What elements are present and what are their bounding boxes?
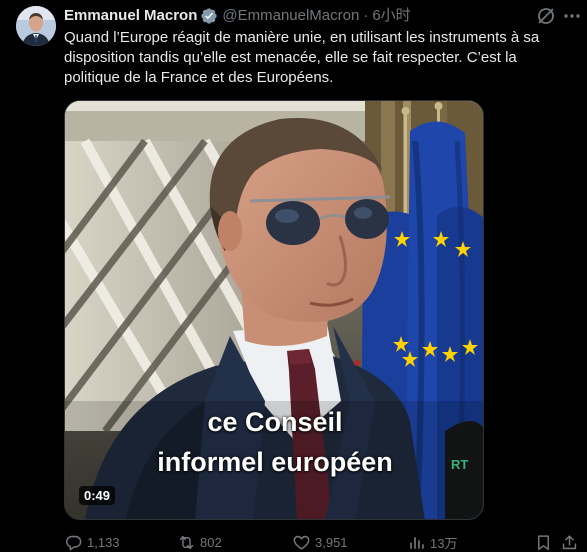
views-button[interactable]: 13万 <box>407 532 457 552</box>
reply-button[interactable]: 1,133 <box>64 532 120 552</box>
avatar[interactable] <box>16 6 56 46</box>
post-time[interactable]: 6小时 <box>372 6 410 26</box>
share-icon <box>562 534 577 549</box>
share-button[interactable] <box>560 532 583 552</box>
like-button[interactable]: 3,951 <box>292 532 348 552</box>
retweet-button[interactable]: 802 <box>177 532 222 552</box>
retweet-count: 802 <box>200 534 222 550</box>
reply-count: 1,133 <box>87 534 120 550</box>
views-icon <box>410 536 424 549</box>
more-icon[interactable] <box>562 6 582 26</box>
author-handle[interactable]: @EmmanuelMacron <box>222 6 359 26</box>
bookmark-icon <box>537 534 550 550</box>
separator-dot: · <box>363 7 369 24</box>
video-caption-line-1: ce Conseil <box>207 407 343 437</box>
author-name[interactable]: Emmanuel Macron <box>64 6 197 26</box>
video-caption-line-2: informel européen <box>157 447 393 477</box>
retweet-icon <box>179 535 194 549</box>
reply-icon <box>65 535 82 550</box>
like-icon <box>293 535 310 550</box>
tweet[interactable]: Emmanuel Macron @EmmanuelMacron · 6小时 Qu… <box>0 0 587 552</box>
grok-icon[interactable] <box>536 6 556 26</box>
verified-icon <box>200 7 218 25</box>
post-text: Quand l’Europe réagit de manière unie, e… <box>64 29 540 86</box>
bookmark-button[interactable] <box>534 532 557 552</box>
views-count: 13万 <box>430 535 458 551</box>
post-header: Emmanuel Macron @EmmanuelMacron · 6小时 <box>64 6 411 26</box>
video-duration: 0:49 <box>79 486 116 505</box>
like-count: 3,951 <box>315 534 348 550</box>
action-bar: 1,133 802 3,951 13万 <box>64 532 577 552</box>
video-player[interactable]: RT ce Conseil informel européen 0:49 <box>64 100 484 520</box>
